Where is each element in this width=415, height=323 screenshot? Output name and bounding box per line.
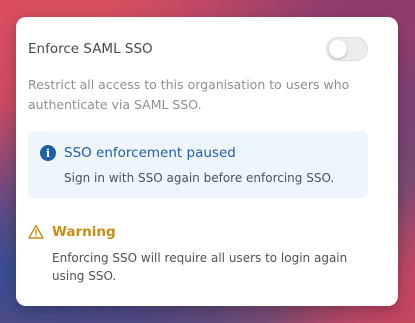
setting-description: Restrict all access to this organisation… <box>28 77 350 112</box>
info-banner-header: i SSO enforcement paused <box>40 143 356 163</box>
info-banner-title: SSO enforcement paused <box>64 145 236 161</box>
toggle-knob <box>329 40 347 58</box>
setting-header: Enforce SAML SSO <box>28 37 368 61</box>
info-banner: i SSO enforcement paused Sign in with SS… <box>28 131 368 198</box>
warning-block: Warning Enforcing SSO will require all u… <box>28 221 374 285</box>
warning-header: Warning <box>28 221 374 243</box>
warning-text: Enforcing SSO will require all users to … <box>52 251 348 283</box>
warning-triangle-icon <box>28 224 44 239</box>
warning-title: Warning <box>52 224 116 240</box>
sso-settings-card: Enforce SAML SSO Restrict all access to … <box>16 17 398 306</box>
setting-title: Enforce SAML SSO <box>28 41 153 57</box>
enforce-sso-toggle[interactable] <box>326 37 368 61</box>
info-circle-icon: i <box>40 145 56 161</box>
info-banner-text: Sign in with SSO again before enforcing … <box>64 171 335 185</box>
